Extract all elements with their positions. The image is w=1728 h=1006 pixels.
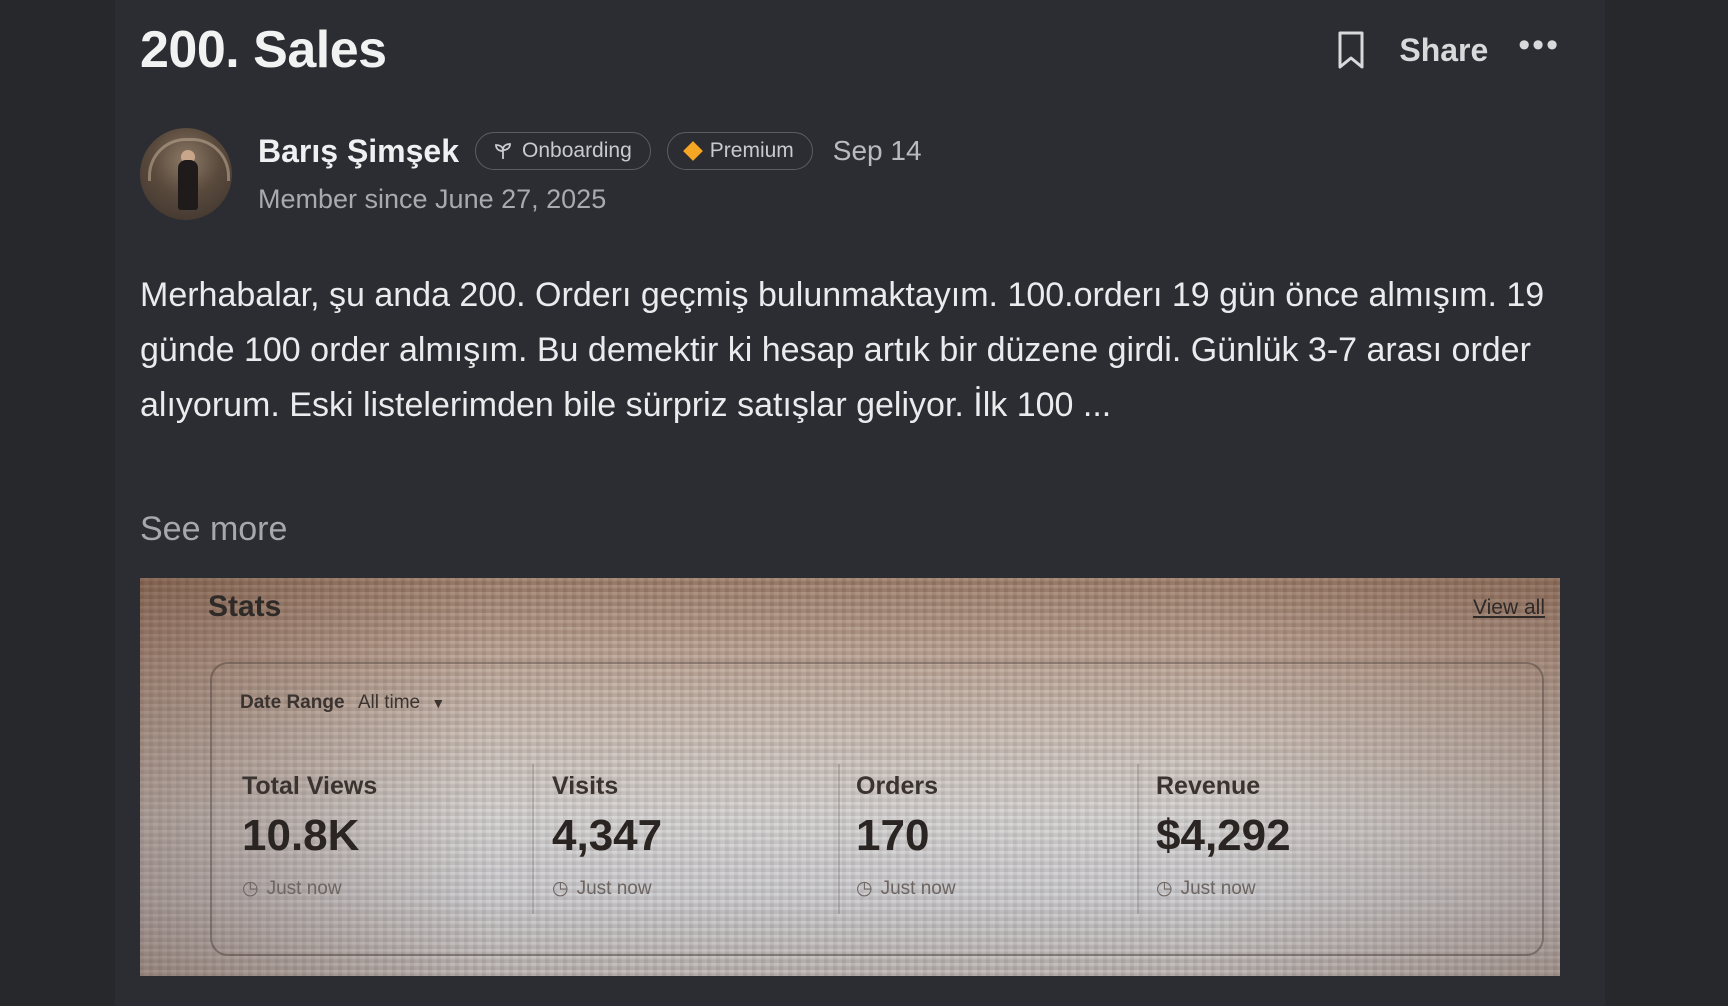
avatar[interactable] (140, 128, 232, 220)
date-range-selector: Date Range All time ▼ (240, 692, 445, 714)
caret-down-icon: ▼ (431, 695, 446, 711)
post-body: Merhabalar, şu anda 200. Orderı geçmiş b… (140, 276, 1545, 424)
metric-label: Total Views (242, 772, 378, 800)
date-range-label: Date Range (240, 692, 345, 713)
post-title: 200. Sales (140, 21, 387, 79)
bookmark-button[interactable] (1333, 28, 1369, 72)
metric-total-views: Total Views 10.8K Just now (242, 772, 377, 900)
sprout-icon (495, 143, 511, 159)
post-actions: Share ••• (1333, 28, 1560, 72)
metric-label: Visits (552, 772, 619, 800)
post-date: Sep 14 (832, 135, 922, 166)
metric-divider (838, 764, 840, 914)
metric-time: Just now (242, 877, 377, 900)
onboarding-badge-label: Onboarding (522, 139, 632, 162)
author-name[interactable]: Barış Şimşek (258, 133, 459, 170)
post-page: 200. Sales Share ••• Barış Şimşek Onboar… (115, 0, 1605, 1006)
premium-badge-label: Premium (709, 139, 794, 162)
see-more-link[interactable]: See more (140, 510, 287, 549)
metric-divider (1137, 764, 1139, 914)
date-range-value: All time (357, 692, 421, 713)
metric-value: 4,347 (552, 811, 663, 860)
metric-value: 170 (856, 811, 930, 860)
metric-time: Just now (856, 877, 956, 900)
more-options-button[interactable]: ••• (1518, 28, 1560, 62)
bookmark-icon (1338, 31, 1364, 69)
share-button[interactable]: Share (1399, 32, 1488, 69)
author-info: Barış Şimşek Onboarding Premium Sep 14 M… (258, 128, 922, 220)
metric-label: Orders (856, 772, 938, 800)
member-since: Member since June 27, 2025 (258, 184, 607, 214)
metric-time: Just now (1156, 877, 1291, 900)
view-all-link: View all (1473, 596, 1545, 619)
diamond-icon (682, 141, 703, 161)
stats-title: Stats (208, 590, 282, 623)
stats-panel: Date Range All time ▼ Total Views 10.8K … (210, 662, 1544, 956)
premium-badge: Premium (666, 132, 813, 170)
stats-photo[interactable]: Stats View all Date Range All time ▼ Tot… (140, 578, 1560, 976)
metric-divider (532, 764, 534, 914)
metric-value: 10.8K (242, 811, 360, 860)
metric-label: Revenue (1156, 772, 1261, 800)
metric-value: $4,292 (1156, 811, 1291, 860)
onboarding-badge: Onboarding (475, 132, 651, 170)
author-row: Barış Şimşek Onboarding Premium Sep 14 M… (140, 128, 922, 220)
metric-revenue: Revenue $4,292 Just now (1156, 772, 1291, 900)
author-name-line: Barış Şimşek Onboarding Premium Sep 14 (258, 128, 922, 174)
metric-time: Just now (552, 877, 662, 900)
metric-orders: Orders 170 Just now (856, 772, 956, 900)
metric-visits: Visits 4,347 Just now (552, 772, 662, 900)
